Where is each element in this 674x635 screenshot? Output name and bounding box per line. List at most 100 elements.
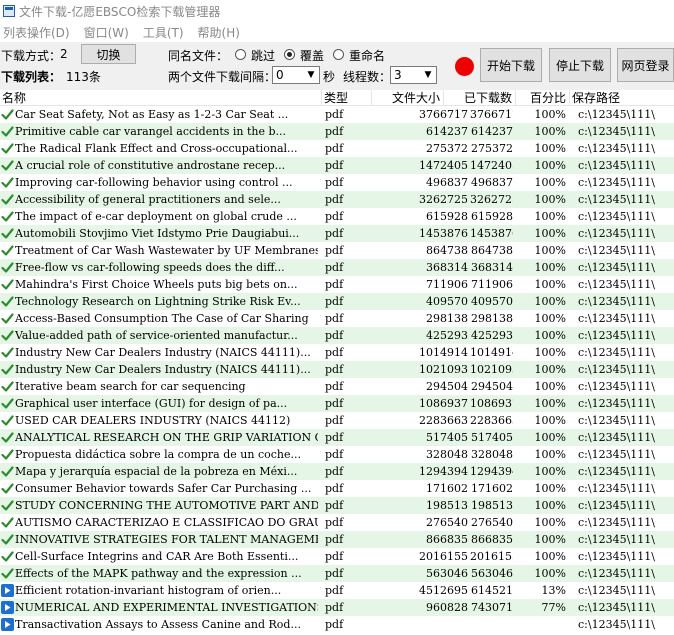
web-login-button[interactable]: 网页登录 bbox=[617, 48, 674, 82]
file-size: 1472405 bbox=[419, 159, 468, 172]
table-row[interactable]: ANALYTICAL RESEARCH ON THE GRIP VARIATIO… bbox=[0, 429, 674, 446]
file-size: 1086937 bbox=[419, 397, 468, 410]
table-row[interactable]: The impact of e-car deployment on global… bbox=[0, 208, 674, 225]
menu-tools[interactable]: 工具(T) bbox=[143, 24, 184, 41]
downloaded-bytes: 614521 bbox=[471, 584, 513, 597]
interval-select[interactable]: 0 ▼ bbox=[272, 66, 320, 84]
threads-select[interactable]: 3 ▼ bbox=[390, 66, 437, 84]
file-name: Improving car-following behavior using c… bbox=[15, 176, 293, 189]
download-percent: 100% bbox=[534, 533, 566, 546]
download-percent: 100% bbox=[534, 567, 566, 580]
download-percent: 100% bbox=[534, 108, 566, 121]
table-row[interactable]: INNOVATIVE STRATEGIES FOR TALENT MANAGEM… bbox=[0, 531, 674, 548]
table-row[interactable]: A crucial role of constitutive androstan… bbox=[0, 157, 674, 174]
downloaded-bytes bbox=[470, 616, 513, 633]
downloaded-bytes: 3766717 bbox=[470, 108, 513, 121]
downloading-arrow-icon bbox=[1, 618, 14, 631]
download-percent: 100% bbox=[534, 414, 566, 427]
file-size: 615928 bbox=[426, 210, 468, 223]
table-row[interactable]: Efficient rotation-invariant histogram o… bbox=[0, 582, 674, 599]
table-row[interactable]: Access-Based Consumption The Case of Car… bbox=[0, 310, 674, 327]
chevron-down-icon: ▼ bbox=[420, 67, 436, 83]
table-row[interactable]: The Radical Flank Effect and Cross-occup… bbox=[0, 140, 674, 157]
check-icon bbox=[1, 533, 14, 546]
file-type: pdf bbox=[325, 567, 344, 580]
file-size: 2016155 bbox=[419, 550, 468, 563]
file-size: 614237 bbox=[426, 125, 468, 138]
file-type: pdf bbox=[325, 618, 344, 631]
table-row[interactable]: Industry New Car Dealers Industry (NAICS… bbox=[0, 361, 674, 378]
file-type: pdf bbox=[325, 329, 344, 342]
stop-download-button[interactable]: 停止下载 bbox=[549, 48, 611, 82]
column-header-downloaded[interactable]: 已下载数 bbox=[444, 90, 516, 106]
start-download-button[interactable]: 开始下载 bbox=[480, 48, 542, 82]
table-row[interactable]: Cell-Surface Integrins and CAR Are Both … bbox=[0, 548, 674, 565]
table-row[interactable]: USED CAR DEALERS INDUSTRY (NAICS 44112) p… bbox=[0, 412, 674, 429]
download-percent: 77% bbox=[541, 601, 566, 614]
downloaded-bytes: 294504 bbox=[471, 380, 513, 393]
file-type: pdf bbox=[325, 414, 344, 427]
downloaded-bytes: 2016155 bbox=[470, 550, 513, 563]
check-icon bbox=[1, 448, 14, 461]
check-icon bbox=[1, 125, 14, 138]
column-header-type[interactable]: 类型 bbox=[322, 90, 372, 106]
table-row[interactable]: Improving car-following behavior using c… bbox=[0, 174, 674, 191]
skip-radio[interactable] bbox=[235, 49, 246, 60]
save-path: c:\12345\111\ bbox=[578, 244, 655, 257]
file-size: 960828 bbox=[426, 601, 468, 614]
menu-window[interactable]: 窗口(W) bbox=[84, 24, 129, 41]
table-row[interactable]: Accessibility of general practitioners a… bbox=[0, 191, 674, 208]
file-name: Graphical user interface (GUI) for desig… bbox=[15, 397, 288, 410]
toolbar: 下载方式： 2 切换 下载列表： 113条 同名文件： 跳过 覆盖 重命名 两个… bbox=[0, 42, 674, 90]
downloaded-bytes: 864738 bbox=[471, 244, 513, 257]
column-header-size[interactable]: 文件大小 bbox=[372, 90, 444, 106]
downloaded-bytes: 298138 bbox=[471, 312, 513, 325]
table-row[interactable]: Consumer Behavior towards Safer Car Purc… bbox=[0, 480, 674, 497]
switch-button[interactable]: 切换 bbox=[81, 44, 136, 64]
table-row[interactable]: Iterative beam search for car sequencing… bbox=[0, 378, 674, 395]
table-row[interactable]: Value-added path of service-oriented man… bbox=[0, 327, 674, 344]
table-row[interactable]: Technology Research on Lightning Strike … bbox=[0, 293, 674, 310]
download-percent: 100% bbox=[534, 346, 566, 359]
table-row[interactable]: Primitive cable car varangel accidents i… bbox=[0, 123, 674, 140]
menu-help[interactable]: 帮助(H) bbox=[198, 24, 240, 41]
table-row[interactable]: Propuesta didáctica sobre la compra de u… bbox=[0, 446, 674, 463]
overwrite-radio[interactable] bbox=[284, 49, 295, 60]
menu-list-ops[interactable]: 列表操作(D) bbox=[3, 24, 70, 41]
check-icon bbox=[1, 346, 14, 359]
file-size: 3766717 bbox=[419, 108, 468, 121]
table-row[interactable]: Transactivation Assays to Assess Canine … bbox=[0, 616, 674, 633]
file-type: pdf bbox=[325, 516, 344, 529]
column-header-percent[interactable]: 百分比 bbox=[516, 90, 570, 106]
file-type: pdf bbox=[325, 482, 344, 495]
check-icon bbox=[1, 567, 14, 580]
file-size: 1453876 bbox=[419, 227, 468, 240]
check-icon bbox=[1, 499, 14, 512]
download-percent bbox=[516, 616, 566, 633]
menu-bar: 列表操作(D) 窗口(W) 工具(T) 帮助(H) bbox=[0, 22, 674, 42]
table-row[interactable]: Automobili Stovjimo Viet Idstymo Prie Da… bbox=[0, 225, 674, 242]
table-row[interactable]: Effects of the MAPK pathway and the expr… bbox=[0, 565, 674, 582]
file-name: A crucial role of constitutive androstan… bbox=[15, 159, 286, 172]
table-row[interactable]: Car Seat Safety, Not as Easy as 1-2-3 Ca… bbox=[0, 106, 674, 123]
file-type: pdf bbox=[325, 584, 344, 597]
table-row[interactable]: Mapa y jerarquía espacial de la pobreza … bbox=[0, 463, 674, 480]
downloaded-bytes: 1294394 bbox=[470, 465, 513, 478]
file-type: pdf bbox=[325, 244, 344, 257]
table-row[interactable]: Industry New Car Dealers Industry (NAICS… bbox=[0, 344, 674, 361]
rename-radio[interactable] bbox=[333, 49, 344, 60]
table-row[interactable]: Treatment of Car Wash Wastewater by UF M… bbox=[0, 242, 674, 259]
table-row[interactable]: Free-flow vs car-following speeds does t… bbox=[0, 259, 674, 276]
status-indicator-icon bbox=[455, 57, 474, 76]
table-row[interactable]: NUMERICAL AND EXPERIMENTAL INVESTIGATION… bbox=[0, 599, 674, 616]
table-row[interactable]: Mahindra's First Choice Wheels puts big … bbox=[0, 276, 674, 293]
table-row[interactable]: AUTISMO CARACTERIZAO E CLASSIFICAO DO GR… bbox=[0, 514, 674, 531]
table-row[interactable]: Graphical user interface (GUI) for desig… bbox=[0, 395, 674, 412]
downloaded-bytes: 1086937 bbox=[470, 397, 513, 410]
column-header-path[interactable]: 保存路径 bbox=[570, 90, 674, 106]
download-percent: 13% bbox=[541, 584, 566, 597]
file-type: pdf bbox=[325, 431, 344, 444]
table-row[interactable]: STUDY CONCERNING THE AUTOMOTIVE PART AND… bbox=[0, 497, 674, 514]
column-header-name[interactable]: 名称 bbox=[0, 90, 322, 106]
save-path: c:\12345\111\ bbox=[578, 295, 655, 308]
